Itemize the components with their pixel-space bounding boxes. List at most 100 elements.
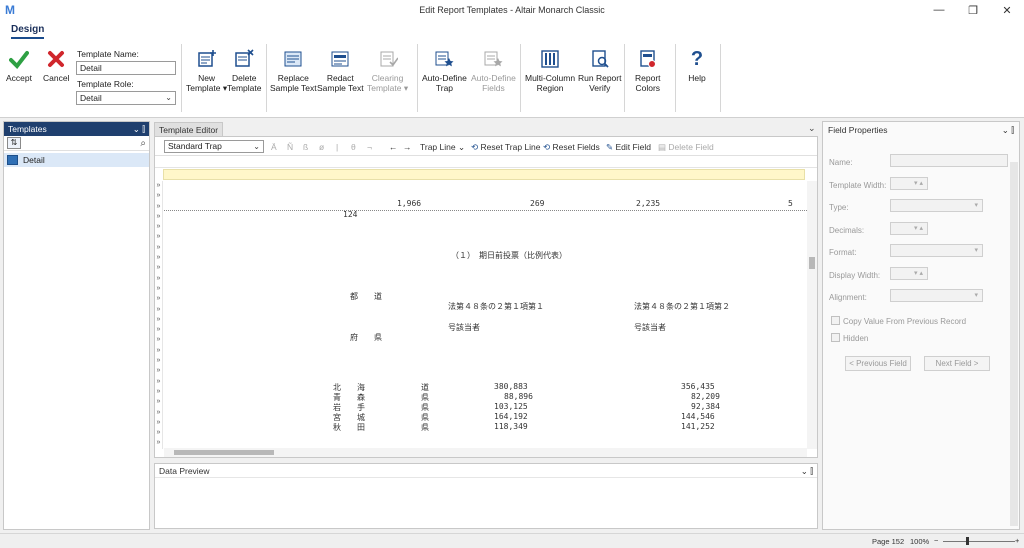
properties-scrollbar[interactable]: [1010, 162, 1018, 526]
type-select[interactable]: ▾: [890, 199, 983, 212]
reset-fields-button[interactable]: ⟲ Reset Fields: [543, 142, 600, 153]
replace-sample-text-button[interactable]: Replace Sample Text: [270, 48, 317, 93]
replace-sample-label-2: Sample Text: [270, 83, 317, 93]
report-colors-button[interactable]: Report Colors: [635, 48, 661, 93]
help-button[interactable]: ? Help: [686, 48, 708, 83]
display-width-stepper[interactable]: ▾ ▴: [890, 267, 928, 280]
report-value: 5: [788, 199, 793, 208]
zoom-out-icon[interactable]: −: [934, 536, 938, 545]
cancel-button[interactable]: Cancel: [43, 48, 69, 83]
glyph-a-umlaut-button[interactable]: Ä: [271, 142, 277, 152]
accept-button[interactable]: Accept: [6, 48, 32, 83]
search-icon[interactable]: ⌕: [140, 138, 146, 149]
editor-horizontal-scrollbar[interactable]: [164, 448, 807, 457]
template-role-select[interactable]: Detail ⌄: [76, 91, 176, 105]
glyph-not-button[interactable]: ¬: [367, 142, 372, 152]
row-value-1: 118,349: [494, 422, 528, 431]
delete-template-button[interactable]: Delete Template: [227, 48, 262, 93]
alignment-select[interactable]: ▾: [890, 289, 983, 302]
report-value: 2,235: [636, 199, 661, 208]
field-name-input[interactable]: [890, 154, 1008, 167]
stepper-arrows-icon: ▾ ▴: [914, 270, 923, 277]
clearing-template-button[interactable]: Clearing Template ▾: [367, 48, 408, 93]
clearing-template-icon: [377, 48, 399, 70]
report-heading: （１） 期日前投票（比例代表）: [451, 251, 567, 260]
scroll-thumb[interactable]: [174, 450, 274, 455]
clearing-template-label-1: Clearing: [371, 73, 404, 83]
row-value-2: 92,384: [691, 402, 720, 411]
reset-trap-line-button[interactable]: ⟲ Reset Trap Line: [471, 142, 541, 153]
format-label: Format:: [829, 248, 857, 257]
glyph-n-tilde-button[interactable]: Ñ: [287, 142, 293, 152]
template-width-label: Template Width:: [829, 181, 887, 190]
minimize-button[interactable]: —: [922, 0, 956, 20]
new-template-button[interactable]: New Template ▾: [186, 48, 227, 93]
pane-options-icon[interactable]: ⌄ ⫿: [801, 466, 813, 476]
trap-line-button[interactable]: Trap Line ⌄: [420, 142, 465, 153]
templates-search-input[interactable]: [24, 137, 140, 149]
format-select[interactable]: ▾: [890, 244, 983, 257]
zoom-level: 100%: [910, 537, 930, 546]
zoom-slider-knob[interactable]: [966, 537, 969, 545]
previous-field-button[interactable]: < Previous Field: [845, 356, 911, 371]
chevron-down-icon: ▾: [974, 202, 978, 209]
chevron-down-icon: ⌄: [165, 93, 172, 102]
row-value-2: 356,435: [681, 382, 715, 391]
glyph-o-slash-button[interactable]: ø: [319, 142, 324, 152]
pane-options-icon[interactable]: ⌄ ⫿: [1002, 125, 1014, 135]
multi-column-region-button[interactable]: Multi-Column Region: [525, 48, 575, 93]
status-bar: Page 152 100% − +: [0, 533, 1024, 548]
ribbon-tab-strip: Design: [0, 20, 1024, 40]
copy-value-checkbox[interactable]: [831, 316, 840, 325]
clearing-template-label-2: Template: [367, 83, 402, 93]
data-preview-title: Data Preview: [159, 466, 210, 476]
trap-line-row[interactable]: [163, 169, 805, 180]
report-colors-icon: [637, 48, 659, 70]
decimals-stepper[interactable]: ▾ ▴: [890, 222, 928, 235]
new-template-label-2: Template: [186, 83, 221, 93]
zoom-in-icon[interactable]: +: [1015, 536, 1019, 545]
auto-define-fields-button[interactable]: Auto-Define Fields: [471, 48, 516, 93]
row-value-2: 82,209: [691, 392, 720, 401]
maximize-button[interactable]: ❐: [956, 0, 990, 20]
editor-collapse-icon[interactable]: ⌄: [808, 123, 816, 134]
arrow-left-icon[interactable]: ←: [389, 142, 398, 152]
glyph-pipe-button[interactable]: |: [336, 142, 338, 152]
glyph-theta-button[interactable]: θ: [351, 142, 356, 152]
run-report-verify-button[interactable]: Run Report Verify: [578, 48, 621, 93]
delete-field-button[interactable]: ▤ Delete Field: [658, 142, 714, 153]
row-value-1: 164,192: [494, 412, 528, 421]
redact-sample-text-button[interactable]: Redact Sample Text: [317, 48, 364, 93]
zoom-slider[interactable]: [943, 541, 1015, 542]
templates-pane-title: Templates: [8, 124, 47, 134]
glyph-eszett-button[interactable]: ß: [303, 142, 308, 152]
tab-design[interactable]: Design: [11, 24, 45, 39]
next-field-button[interactable]: Next Field >: [924, 356, 990, 371]
scroll-thumb[interactable]: [809, 257, 815, 269]
report-sample-text[interactable]: 1,966 269 2,235 5 124 （１） 期日前投票（比例代表） 都 …: [164, 181, 807, 449]
report-header-cell: 府 県: [350, 333, 382, 342]
report-header-cell: 号該当者: [448, 323, 480, 332]
auto-define-trap-button[interactable]: Auto-Define Trap: [422, 48, 467, 93]
close-window-button[interactable]: ✕: [990, 0, 1024, 20]
multi-column-label-1: Multi-Column: [525, 73, 576, 83]
hidden-checkbox[interactable]: [831, 333, 840, 342]
template-width-stepper[interactable]: ▾ ▴: [890, 177, 928, 190]
template-name-input[interactable]: Detail: [76, 61, 176, 75]
arrow-right-icon[interactable]: →: [403, 142, 412, 152]
page-indicator: Page 152: [872, 537, 905, 546]
sort-icon[interactable]: ⇅: [7, 137, 21, 149]
template-list-item[interactable]: Detail: [4, 153, 149, 167]
chevron-down-icon: ▾: [974, 292, 978, 299]
pane-options-icon[interactable]: ⌄ ⫿: [133, 124, 145, 134]
template-icon: [7, 155, 18, 165]
editor-vertical-scrollbar[interactable]: [807, 181, 817, 449]
tab-template-editor[interactable]: Template Editor: [154, 122, 224, 136]
checkmark-icon: [8, 48, 30, 70]
edit-field-button[interactable]: ✎ Edit Field: [606, 142, 651, 153]
report-header-cell: 法第４８条の２第１項第１: [448, 302, 544, 311]
trap-type-select[interactable]: Standard Trap ⌄: [164, 140, 264, 153]
row-value-2: 141,252: [681, 422, 715, 431]
template-editor: Standard Trap ⌄ Ä Ñ ß ø | θ ¬ ← → Trap L…: [154, 136, 818, 458]
delete-field-icon: ▤: [658, 142, 667, 152]
